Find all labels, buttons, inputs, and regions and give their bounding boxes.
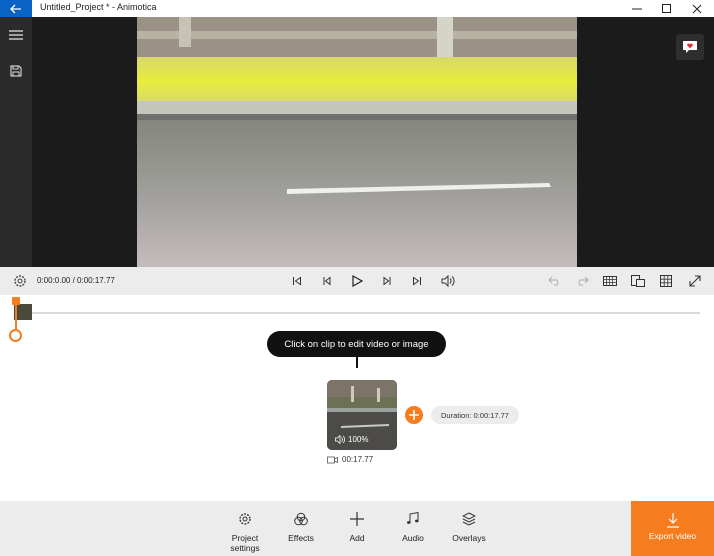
skip-to-end-button[interactable] — [407, 271, 427, 291]
settings-gear-icon — [239, 513, 251, 525]
time-readout: 0:00:0.00 / 0:00:17.77 — [37, 276, 115, 285]
minimize-icon — [632, 8, 642, 9]
layers-icon — [462, 512, 476, 526]
playback-bar: 0:00:0.00 / 0:00:17.77 — [0, 267, 714, 295]
video-camera-icon — [327, 456, 338, 463]
bottom-toolbar: Project settings Effects Add Audio Overl… — [0, 501, 714, 556]
aspect-ratio-icon — [631, 275, 645, 287]
grid-button[interactable] — [656, 271, 676, 291]
play-button[interactable] — [347, 271, 367, 291]
window-title: Untitled_Project * - Animotica — [40, 2, 157, 12]
music-note-icon — [407, 512, 419, 524]
add-clip-button[interactable] — [405, 406, 423, 424]
back-arrow-icon — [10, 4, 21, 13]
project-settings-label-1: Project — [231, 533, 259, 543]
skip-start-icon — [293, 276, 301, 286]
duration-badge: Duration: 0:00:17.77 — [431, 406, 519, 424]
playhead-handle[interactable] — [9, 329, 22, 342]
skip-to-start-button[interactable] — [287, 271, 307, 291]
add-button[interactable]: Add — [332, 509, 382, 543]
hamburger-icon — [9, 30, 23, 40]
clip-duration-label: 00:17.77 — [342, 455, 374, 464]
export-video-label: Export video — [648, 531, 697, 541]
close-icon — [692, 4, 702, 13]
redo-button[interactable] — [572, 271, 592, 291]
audio-label: Audio — [402, 533, 424, 543]
project-settings-button[interactable]: Project settings — [220, 509, 270, 553]
grid-icon — [660, 275, 672, 287]
title-bar: Untitled_Project * - Animotica — [0, 0, 714, 17]
save-button[interactable] — [0, 55, 32, 87]
project-settings-label-2: settings — [230, 543, 260, 553]
skip-end-icon — [413, 276, 421, 286]
fullscreen-icon — [689, 275, 701, 287]
menu-button[interactable] — [0, 19, 32, 51]
storyboard-icon — [603, 276, 617, 286]
add-plus-icon — [350, 512, 364, 526]
hint-tooltip: Click on clip to edit video or image — [267, 331, 446, 357]
clip-volume: 100% — [335, 435, 368, 444]
timeline: Click on clip to edit video or image 100… — [0, 295, 714, 501]
aspect-ratio-button[interactable] — [628, 271, 648, 291]
back-button[interactable] — [0, 0, 32, 17]
clip-duration: 00:17.77 — [327, 455, 373, 464]
minimize-button[interactable] — [622, 0, 652, 17]
volume-button[interactable] — [438, 271, 458, 291]
audio-button[interactable]: Audio — [388, 509, 438, 543]
overlays-button[interactable]: Overlays — [444, 509, 494, 543]
video-frame-image — [137, 17, 577, 267]
download-icon — [666, 513, 679, 528]
clip-volume-label: 100% — [348, 435, 369, 444]
video-clip[interactable]: 100% — [327, 380, 397, 450]
playhead-handle-top[interactable] — [12, 297, 20, 305]
step-forward-button[interactable] — [378, 271, 398, 291]
storyboard-button[interactable] — [600, 271, 620, 291]
add-label: Add — [349, 533, 365, 543]
step-back-button[interactable] — [316, 271, 336, 291]
effects-button[interactable]: Effects — [276, 509, 326, 543]
effects-label: Effects — [288, 533, 314, 543]
export-video-button[interactable]: Export video — [631, 501, 714, 556]
volume-icon — [441, 275, 455, 287]
fullscreen-button[interactable] — [685, 271, 705, 291]
overlays-label: Overlays — [452, 533, 486, 543]
settings-gear-icon — [14, 275, 26, 287]
maximize-button[interactable] — [652, 0, 682, 17]
video-preview[interactable] — [137, 17, 577, 267]
step-back-icon — [323, 276, 331, 286]
undo-icon — [548, 276, 559, 286]
redo-icon — [578, 276, 589, 286]
play-icon — [352, 275, 363, 287]
left-rail — [0, 17, 32, 267]
feedback-icon — [683, 41, 697, 53]
effects-icon — [294, 512, 308, 526]
volume-icon — [335, 435, 345, 444]
maximize-icon — [662, 3, 671, 13]
settings-button[interactable] — [10, 271, 30, 291]
add-plus-icon — [409, 410, 419, 420]
tooltip-pointer — [356, 357, 358, 368]
feedback-button[interactable] — [676, 34, 704, 60]
timeline-track[interactable] — [14, 312, 700, 314]
step-forward-icon — [383, 276, 391, 286]
undo-button[interactable] — [545, 271, 565, 291]
video-preview-area — [32, 17, 714, 267]
save-icon — [10, 65, 22, 77]
close-button[interactable] — [682, 0, 712, 17]
